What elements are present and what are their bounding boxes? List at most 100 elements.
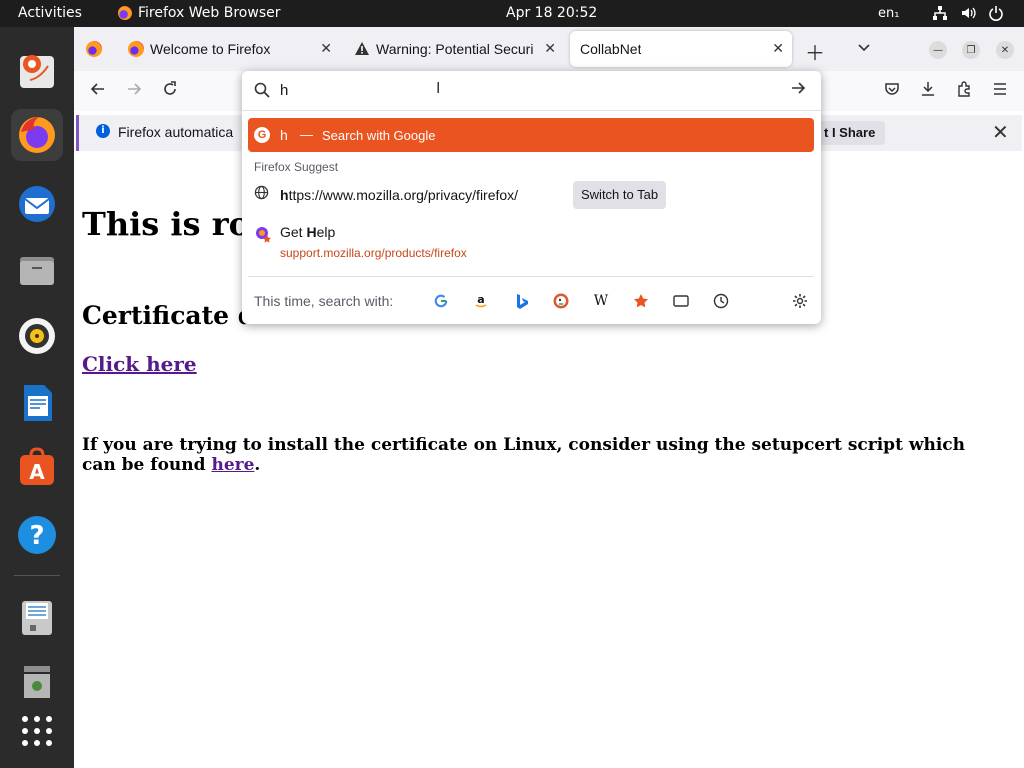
system-menu[interactable] — [932, 5, 1004, 21]
amazon-engine-button[interactable]: a — [471, 291, 491, 311]
separator-dash: — — [300, 127, 313, 142]
show-apps-button[interactable] — [11, 705, 63, 757]
dock-item-writer[interactable] — [11, 377, 63, 429]
search-query: h — [280, 127, 288, 143]
dock-item-thunderbird[interactable] — [11, 178, 63, 230]
dock-item-app-center[interactable]: A — [11, 442, 63, 494]
screenshot-app-icon — [20, 55, 54, 88]
svg-text:a: a — [477, 293, 484, 306]
puzzle-icon — [958, 81, 970, 97]
tab-welcome[interactable]: Welcome to Firefox ✕ — [118, 31, 340, 67]
rhythmbox-app-icon — [19, 318, 55, 354]
notification-action-button[interactable]: t I Share — [814, 121, 886, 145]
url-suggestion-row[interactable]: https://www.mozilla.org/privacy/firefox/… — [248, 179, 814, 211]
forward-arrow-icon — [128, 83, 142, 95]
search-action-label: Search with Google — [322, 128, 436, 143]
pocket-icon — [885, 83, 899, 95]
dock-item-rhythmbox[interactable] — [11, 310, 63, 362]
floppy-disk-icon — [22, 601, 52, 635]
tab-strip: Welcome to Firefox ✕ Warning: Potential … — [74, 27, 1024, 71]
new-tab-button[interactable]: ＋ — [805, 37, 825, 66]
forward-button[interactable] — [126, 81, 142, 102]
go-arrow-icon — [792, 82, 806, 94]
app-menu[interactable]: Firefox Web Browser — [118, 5, 281, 21]
svg-text:A: A — [29, 460, 45, 484]
wikipedia-icon: W — [593, 293, 609, 309]
tab-collabnet[interactable]: CollabNet ✕ — [570, 31, 792, 67]
dock-item-files[interactable] — [11, 244, 63, 296]
bing-engine-button[interactable] — [511, 291, 531, 311]
switch-to-tab-button[interactable]: Switch to Tab — [573, 181, 667, 209]
urlbar-dropdown: h Ι G h — Search with Google Firefox Sug… — [242, 71, 821, 324]
url-rest: ttps://www.mozilla.org/privacy/firefox/ — [288, 187, 519, 203]
maximize-button[interactable]: ❐ — [962, 41, 980, 59]
libreoffice-writer-icon — [24, 385, 52, 421]
tabs-search-button[interactable] — [671, 291, 691, 311]
tab-warning[interactable]: Warning: Potential Securi ✕ — [344, 31, 564, 67]
notification-accent — [76, 115, 79, 151]
duckduckgo-icon — [553, 293, 569, 309]
urlbar-input[interactable]: h — [280, 82, 288, 99]
gear-icon — [793, 294, 807, 308]
back-button[interactable] — [90, 81, 106, 102]
wikipedia-engine-button[interactable]: W — [591, 291, 611, 311]
extensions-button[interactable] — [956, 81, 972, 102]
search-settings-button[interactable] — [790, 291, 810, 311]
amazon-icon: a — [475, 293, 487, 308]
duckduckgo-engine-button[interactable] — [551, 291, 571, 311]
pocket-button[interactable] — [884, 81, 900, 102]
power-icon — [989, 6, 1003, 21]
dock: A ? — [0, 27, 74, 768]
close-tab-icon[interactable]: ✕ — [544, 40, 556, 57]
text-cursor-icon: Ι — [436, 80, 441, 97]
history-icon — [713, 293, 729, 309]
go-button[interactable] — [790, 80, 806, 101]
help-suggestion-row[interactable]: Get Help support.mozilla.org/products/fi… — [248, 219, 814, 263]
help-bookmark-icon — [254, 225, 271, 243]
minimize-button[interactable]: — — [929, 41, 947, 59]
firefox-suggest-heading: Firefox Suggest — [254, 160, 339, 174]
firefox-icon — [118, 6, 132, 20]
help-title-pre: Get — [280, 224, 307, 240]
list-all-tabs-button[interactable] — [856, 39, 872, 59]
firefox-favicon — [128, 41, 144, 57]
dock-item-save-disk[interactable] — [11, 592, 63, 644]
activities-button[interactable]: Activities — [18, 5, 82, 21]
downloads-button[interactable] — [920, 81, 936, 102]
tab-label: CollabNet — [580, 41, 642, 57]
dock-item-screenshot[interactable] — [11, 45, 63, 97]
help-url: support.mozilla.org/products/firefox — [280, 246, 467, 260]
dock-item-trash[interactable] — [11, 655, 63, 707]
back-arrow-icon — [90, 83, 104, 95]
download-icon — [922, 82, 934, 96]
dock-item-help[interactable]: ? — [11, 509, 63, 561]
svg-text:?: ? — [29, 521, 44, 551]
dock-item-firefox[interactable] — [11, 109, 63, 161]
help-title: Get Help — [280, 224, 335, 240]
app-name: Firefox Web Browser — [138, 5, 281, 21]
bookmarks-search-button[interactable] — [631, 291, 651, 311]
close-tab-icon[interactable]: ✕ — [320, 40, 332, 57]
input-language[interactable]: en₁ — [878, 6, 899, 21]
thunderbird-app-icon — [19, 186, 55, 222]
app-menu-button[interactable] — [992, 81, 1008, 102]
firefox-view-button[interactable] — [86, 41, 102, 61]
divider — [248, 276, 814, 277]
url-match: h — [280, 187, 289, 203]
chevron-down-icon — [858, 44, 870, 52]
google-engine-button[interactable] — [431, 291, 451, 311]
search-suggestion-row[interactable]: G h — Search with Google — [248, 118, 814, 152]
trash-icon — [24, 666, 50, 698]
close-notification-icon[interactable]: ✕ — [992, 120, 1009, 144]
files-app-icon — [20, 257, 54, 285]
google-icon — [434, 294, 448, 308]
history-search-button[interactable] — [711, 291, 731, 311]
google-icon: G — [254, 127, 270, 143]
close-window-button[interactable]: ✕ — [996, 41, 1014, 59]
clock[interactable]: Apr 18 20:52 — [506, 5, 597, 21]
close-tab-icon[interactable]: ✕ — [772, 40, 784, 57]
here-link[interactable]: here — [211, 455, 254, 475]
reload-button[interactable] — [162, 81, 178, 102]
dock-separator — [14, 575, 60, 576]
click-here-link[interactable]: Click here — [82, 352, 197, 376]
